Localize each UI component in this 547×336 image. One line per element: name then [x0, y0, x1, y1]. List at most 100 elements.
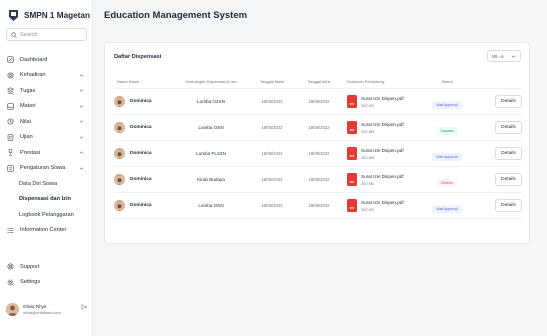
document-cell[interactable]: PDF Surat Izin Dispen.pdf 200 KB [342, 121, 420, 134]
chevron-down-icon[interactable] [79, 88, 84, 93]
document-cell[interactable]: PDF Surat Izin Dispen.pdf 200 KB [342, 199, 420, 212]
brand-name: SMPN 1 Magetan [24, 11, 90, 20]
sidebar-item-materi[interactable]: Materi [6, 99, 88, 115]
search-box[interactable] [6, 28, 87, 41]
start-date: 18/05/2022 [261, 177, 283, 182]
actions-cell: Details [474, 121, 522, 134]
chevron-down-icon[interactable] [79, 104, 84, 109]
status-cell: Wait Approval [420, 197, 474, 215]
status-cell: Decline [420, 171, 474, 189]
sidebar-item-label: Nilai [20, 118, 31, 125]
student-name: Dominica [130, 177, 152, 182]
student-name: Dominica [130, 203, 152, 208]
sidebar-subitem-logbook-pelanggaran[interactable]: Logbook Pelanggaran [6, 207, 88, 223]
pdf-file-icon: PDF [347, 199, 357, 212]
student-settings-icon [7, 165, 14, 172]
end-date: 18/05/2022 [308, 203, 330, 208]
sidebar-nav: Dashboard Kehadiran Tugas Materi Nilai U… [6, 52, 88, 238]
table-row: Dominica Kirab Budaya 18/05/2022 18/05/2… [114, 167, 522, 193]
pdf-file-icon: PDF [347, 173, 357, 186]
dispensation-reason: Kirab Budaya [197, 177, 225, 182]
pdf-label: PDF [349, 156, 355, 158]
document-size: 200 KB [361, 102, 374, 108]
brand[interactable]: SMPN 1 Magetan [8, 9, 90, 22]
actions-cell: Details [474, 173, 522, 186]
card-title: Daftar Dispensasi [114, 54, 162, 60]
document-size: 200 KB [361, 206, 374, 212]
search-input[interactable] [20, 31, 80, 38]
sidebar-subitem-dispensasi-dan-izin[interactable]: Dispensasi dan Izin [6, 192, 88, 208]
sidebar-item-ujian[interactable]: Ujian [6, 130, 88, 146]
document-cell[interactable]: PDF Surat Izin Dispen.pdf 200 KB [342, 147, 420, 160]
details-button[interactable]: Details [495, 121, 522, 134]
table-row: Dominica Lomba O2SN 18/05/2022 18/05/202… [114, 89, 522, 115]
pdf-file-icon: PDF [347, 95, 357, 108]
pdf-label: PDF [349, 182, 355, 184]
actions-cell: Details [474, 95, 522, 108]
document-name: Surat Izin Dispen.pdf [361, 147, 404, 153]
table-body: Dominica Lomba O2SN 18/05/2022 18/05/202… [114, 89, 522, 219]
status-badge: Wait Approval [432, 204, 462, 213]
details-button[interactable]: Details [495, 173, 522, 186]
document-cell[interactable]: PDF Surat Izin Dispen.pdf 200 KB [342, 173, 420, 186]
chevron-down-icon[interactable] [79, 119, 84, 124]
avatar [114, 122, 125, 133]
sidebar-item-label: Kehadiran [20, 72, 46, 79]
sidebar-item-information-center[interactable]: Information Center [6, 223, 88, 239]
sidebar-item-tugas[interactable]: Tugas [6, 83, 88, 99]
document-info: Surat Izin Dispen.pdf 200 KB [361, 174, 404, 186]
student-cell: Dominica [114, 200, 174, 211]
dispensation-reason: Lomba FLS2N [196, 151, 226, 156]
grade-icon [7, 118, 14, 125]
sidebar-item-nilai[interactable]: Nilai [6, 114, 88, 130]
sidebar-item-settings[interactable]: Settings [6, 275, 88, 291]
pdf-label: PDF [349, 208, 355, 210]
chevron-up-icon[interactable] [79, 166, 84, 171]
status-cell: Wait Approval [420, 93, 474, 111]
user-info: Olivia Rhye olivia@untitledui.com [23, 304, 61, 315]
sidebar-subitem-data-diri-siswa[interactable]: Data Diri Siswa [6, 176, 88, 192]
trophy-icon [7, 149, 14, 156]
details-button[interactable]: Details [495, 95, 522, 108]
student-cell: Dominica [114, 174, 174, 185]
material-icon [7, 103, 14, 110]
actions-cell: Details [474, 199, 522, 212]
chevron-down-icon[interactable] [79, 150, 84, 155]
dispensation-reason: Lomba OSN [198, 203, 224, 208]
info-list-icon [7, 227, 14, 234]
chevron-down-icon[interactable] [79, 135, 84, 140]
user-profile[interactable]: Olivia Rhye olivia@untitledui.com [6, 303, 88, 316]
sidebar-item-label: Tugas [20, 87, 36, 94]
school-logo-icon [9, 10, 18, 21]
document-name: Surat Izin Dispen.pdf [361, 121, 404, 127]
support-icon [7, 263, 14, 270]
student-name: Dominica [130, 99, 152, 104]
document-name: Surat Izin Dispen.pdf [361, 199, 404, 205]
pdf-file-icon: PDF [347, 121, 357, 134]
end-date: 18/05/2022 [308, 177, 330, 182]
avatar [6, 303, 19, 316]
end-date: 18/05/2022 [308, 99, 330, 104]
sidebar-item-pengaturan-siswa[interactable]: Pengaturan Siswa [6, 161, 88, 177]
document-size: 200 KB [361, 128, 374, 134]
status-badge: Wait Approval [432, 152, 462, 161]
class-select-value: VII - A [492, 53, 504, 59]
details-button[interactable]: Details [495, 199, 522, 212]
table-row: Dominica Lomba OSN 18/05/2022 18/05/2022… [114, 193, 522, 219]
sidebar-item-prestasi[interactable]: Prestasi [6, 145, 88, 161]
class-select[interactable]: VII - A [487, 50, 521, 62]
status-cell: Wait Approval [420, 145, 474, 163]
logout-icon[interactable] [81, 304, 87, 310]
chevron-down-icon[interactable] [79, 73, 84, 78]
column-header: Dokumen Pendukung [347, 78, 385, 84]
end-date: 18/05/2022 [308, 125, 330, 130]
sidebar-item-support[interactable]: Support [6, 259, 88, 275]
student-cell: Dominica [114, 148, 174, 159]
sidebar-item-dashboard[interactable]: Dashboard [6, 52, 88, 68]
document-cell[interactable]: PDF Surat Izin Dispen.pdf 200 KB [342, 95, 420, 108]
details-button[interactable]: Details [495, 147, 522, 160]
sidebar-item-label: Materi [20, 103, 36, 110]
status-cell: Success [420, 119, 474, 137]
sidebar-item-label: Dashboard [20, 56, 48, 63]
sidebar-item-kehadiran[interactable]: Kehadiran [6, 68, 88, 84]
